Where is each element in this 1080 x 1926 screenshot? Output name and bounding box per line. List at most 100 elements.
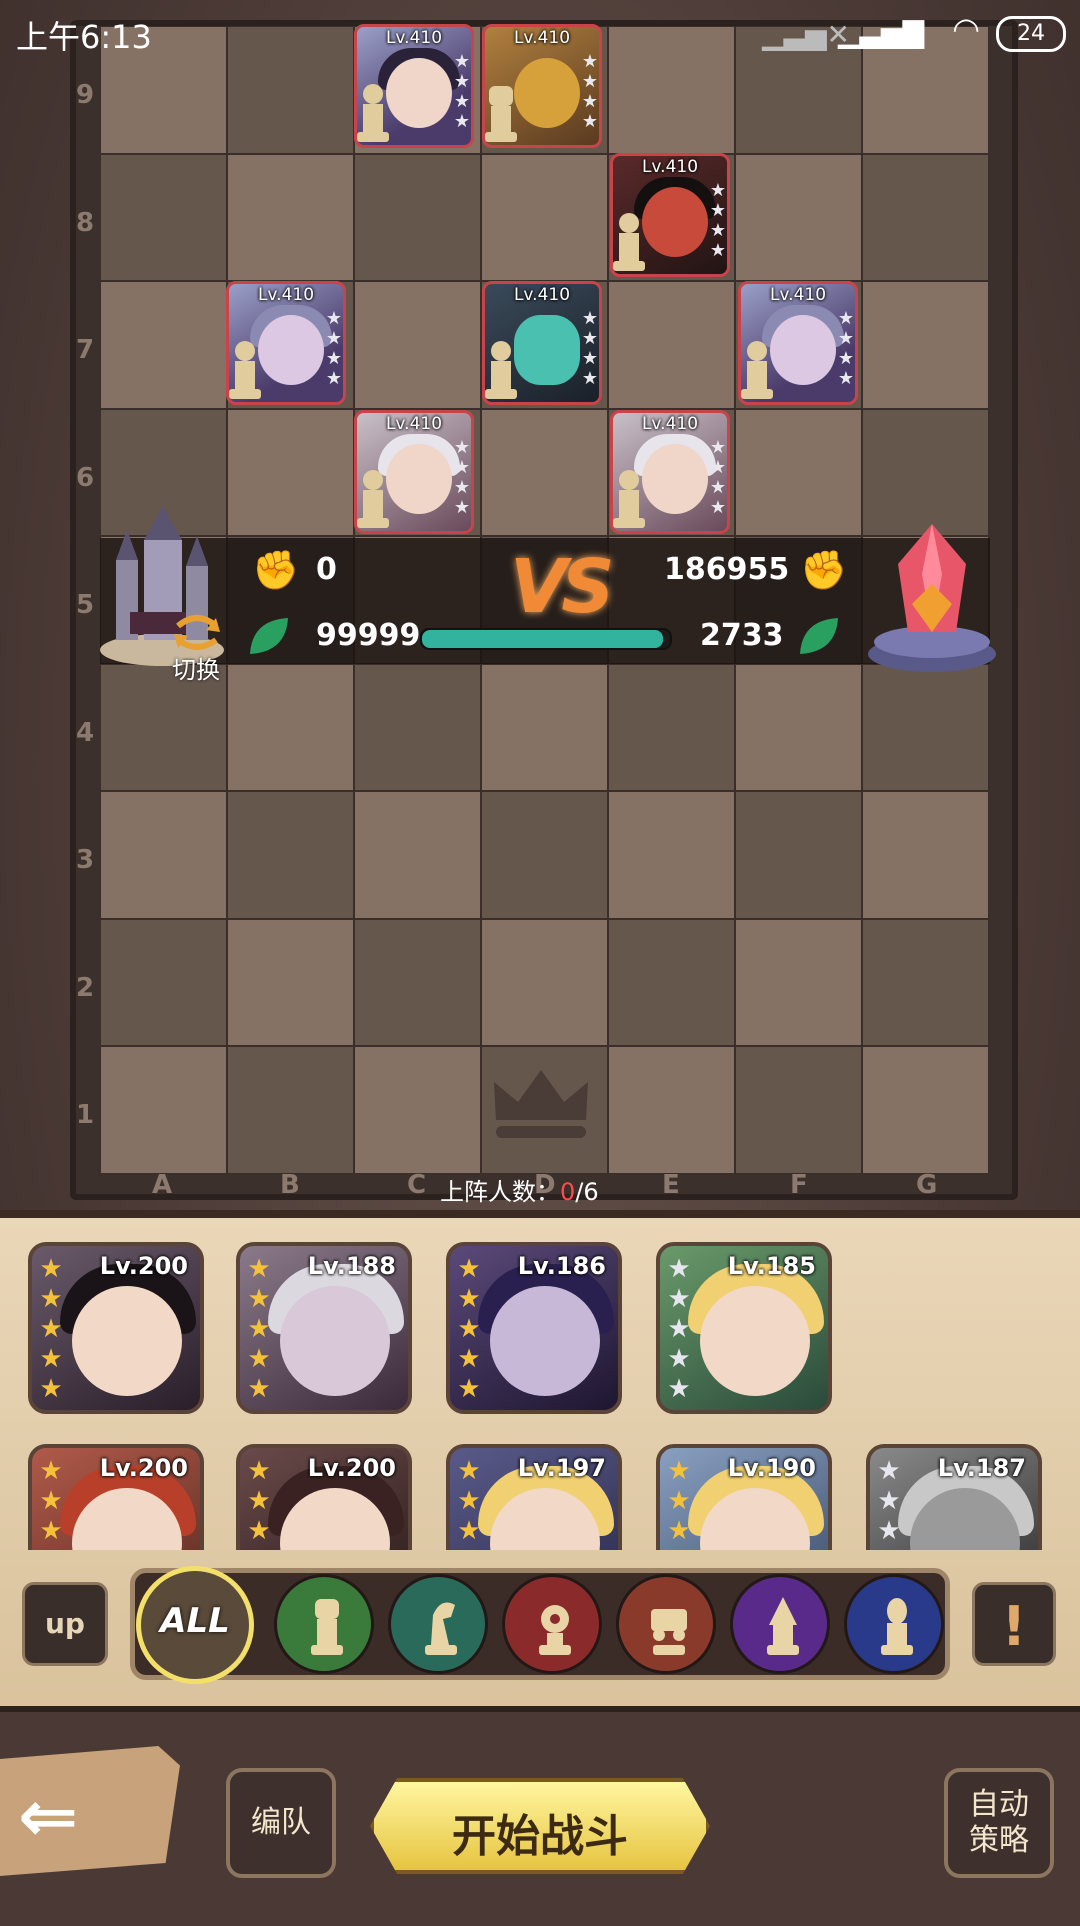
board-cell[interactable] — [735, 791, 862, 919]
upgrade-button[interactable]: up — [22, 1582, 108, 1666]
deploy-label: 上阵人数： — [440, 1178, 560, 1206]
board-cell[interactable] — [227, 153, 354, 281]
filter-knight-button[interactable] — [388, 1574, 488, 1674]
hero-card[interactable]: ★★★ Lv.200 — [236, 1444, 412, 1550]
star-icons: ★ ★ ★ ★ — [453, 437, 470, 518]
team-label: 编队 — [251, 1805, 311, 1840]
rank-label: 6 — [76, 463, 95, 493]
board-cell[interactable] — [481, 791, 608, 919]
switch-icon[interactable] — [172, 610, 222, 654]
board-cell[interactable] — [735, 408, 862, 536]
star-icons: ★ ★ ★ ★ — [325, 308, 342, 389]
chess-piece-icon — [741, 341, 773, 399]
file-label: E — [662, 1170, 680, 1200]
star-icons: ★★★ — [454, 1456, 484, 1546]
board-cell[interactable] — [354, 791, 481, 919]
board-cell[interactable] — [100, 791, 227, 919]
board-cell[interactable] — [481, 153, 608, 281]
hero-card[interactable]: ★★★ Lv.190 — [656, 1444, 832, 1550]
board-cell[interactable] — [608, 281, 735, 409]
board-cell[interactable] — [481, 918, 608, 1046]
board-cell[interactable] — [735, 1046, 862, 1174]
warrior-class-icon — [311, 1599, 343, 1655]
board-cell[interactable] — [227, 1046, 354, 1174]
health-bar — [420, 628, 672, 650]
enemy-unit[interactable]: Lv.410 ★ ★ ★ ★ — [738, 281, 858, 405]
board-cell[interactable] — [608, 663, 735, 791]
hero-card[interactable]: ★★★★★ Lv.188 — [236, 1242, 412, 1414]
hero-card[interactable]: ★★★★★ Lv.186 — [446, 1242, 622, 1414]
board-cell[interactable] — [862, 791, 989, 919]
filter-support-button[interactable] — [844, 1574, 944, 1674]
board-cell[interactable] — [735, 663, 862, 791]
enemy-unit[interactable]: Lv.410 ★ ★ ★ ★ — [226, 281, 346, 405]
enemy-unit[interactable]: Lv.410 ★ ★ ★ ★ — [482, 281, 602, 405]
board-cell[interactable] — [354, 1046, 481, 1174]
board-cell[interactable] — [862, 918, 989, 1046]
hero-card[interactable]: ★★★ Lv.197 — [446, 1444, 622, 1550]
filter-cannon-button[interactable] — [502, 1574, 602, 1674]
board-cell[interactable] — [608, 791, 735, 919]
board-cell[interactable] — [862, 1046, 989, 1174]
board-cell[interactable] — [227, 918, 354, 1046]
board-cell[interactable] — [227, 408, 354, 536]
filter-all-button[interactable]: ALL — [136, 1566, 254, 1684]
board-cell[interactable] — [481, 663, 608, 791]
board-cell[interactable] — [608, 1046, 735, 1174]
board-cell[interactable] — [735, 918, 862, 1046]
auto-strategy-button[interactable]: 自动 策略 — [944, 1768, 1054, 1878]
hero-card[interactable]: ★★★ Lv.200 — [28, 1444, 204, 1550]
star-icons: ★★★ — [244, 1456, 274, 1546]
enemy-unit[interactable]: Lv.410 ★ ★ ★ ★ — [610, 410, 730, 534]
star-icons: ★★★★★ — [36, 1254, 66, 1404]
board-cell[interactable] — [100, 1046, 227, 1174]
rank-label: 4 — [76, 718, 95, 748]
rank-label: 1 — [76, 1100, 95, 1130]
filter-mage-button[interactable] — [730, 1574, 830, 1674]
board-cell[interactable] — [354, 663, 481, 791]
hero-level: Lv.200 — [307, 1454, 396, 1482]
board-cell[interactable] — [100, 918, 227, 1046]
board-cell[interactable] — [227, 663, 354, 791]
no-sim-signal-icon: ▁▃▅✕ — [761, 18, 850, 51]
hero-card[interactable]: ★★★★★ Lv.185 — [656, 1242, 832, 1414]
board-cell[interactable] — [354, 281, 481, 409]
info-button[interactable]: ! — [972, 1582, 1056, 1666]
chess-piece-icon — [357, 84, 389, 142]
board-cell[interactable] — [608, 918, 735, 1046]
vs-label: VS — [510, 544, 615, 630]
board-cell[interactable] — [862, 153, 989, 281]
board-cell[interactable] — [862, 281, 989, 409]
back-button[interactable]: ⇐ — [0, 1746, 180, 1876]
board-cell[interactable] — [354, 918, 481, 1046]
info-icon: ! — [1001, 1595, 1027, 1658]
deploy-count: 上阵人数：0/6 — [440, 1172, 599, 1207]
deploy-current: 0 — [560, 1178, 576, 1206]
hero-card[interactable]: ★★★ Lv.187 — [866, 1444, 1042, 1550]
board-cell[interactable] — [100, 153, 227, 281]
board-cell[interactable] — [354, 153, 481, 281]
crystal-icon — [868, 524, 996, 672]
crown-icon — [494, 1070, 588, 1138]
filter-siege-button[interactable] — [616, 1574, 716, 1674]
hero-card[interactable]: ★★★★★ Lv.200 — [28, 1242, 204, 1414]
star-icons: ★ ★ ★ ★ — [581, 308, 598, 389]
board-cell[interactable] — [735, 153, 862, 281]
hero-row-scroll[interactable]: ★★★ Lv.200 ★★★ Lv.200 ★★★ Lv.197 ★★★ Lv.… — [0, 1432, 1080, 1550]
rank-label: 9 — [76, 80, 95, 110]
hero-level: Lv.187 — [937, 1454, 1026, 1482]
board-cell[interactable] — [862, 663, 989, 791]
enemy-attack: 186955 — [664, 552, 790, 587]
enemy-unit[interactable]: Lv.410 ★ ★ ★ ★ — [610, 153, 730, 277]
siege-class-icon — [651, 1609, 687, 1655]
switch-label[interactable]: 切换 — [172, 650, 220, 685]
rank-label: 2 — [76, 973, 95, 1003]
star-icons: ★ ★ ★ ★ — [709, 437, 726, 518]
board-cell[interactable] — [481, 408, 608, 536]
board-cell[interactable] — [227, 791, 354, 919]
enemy-unit[interactable]: Lv.410 ★ ★ ★ ★ — [354, 410, 474, 534]
board-cell[interactable] — [100, 281, 227, 409]
start-battle-button[interactable]: 开始战斗 — [370, 1778, 710, 1874]
filter-warrior-button[interactable] — [274, 1574, 374, 1674]
team-button[interactable]: 编队 — [226, 1768, 336, 1878]
